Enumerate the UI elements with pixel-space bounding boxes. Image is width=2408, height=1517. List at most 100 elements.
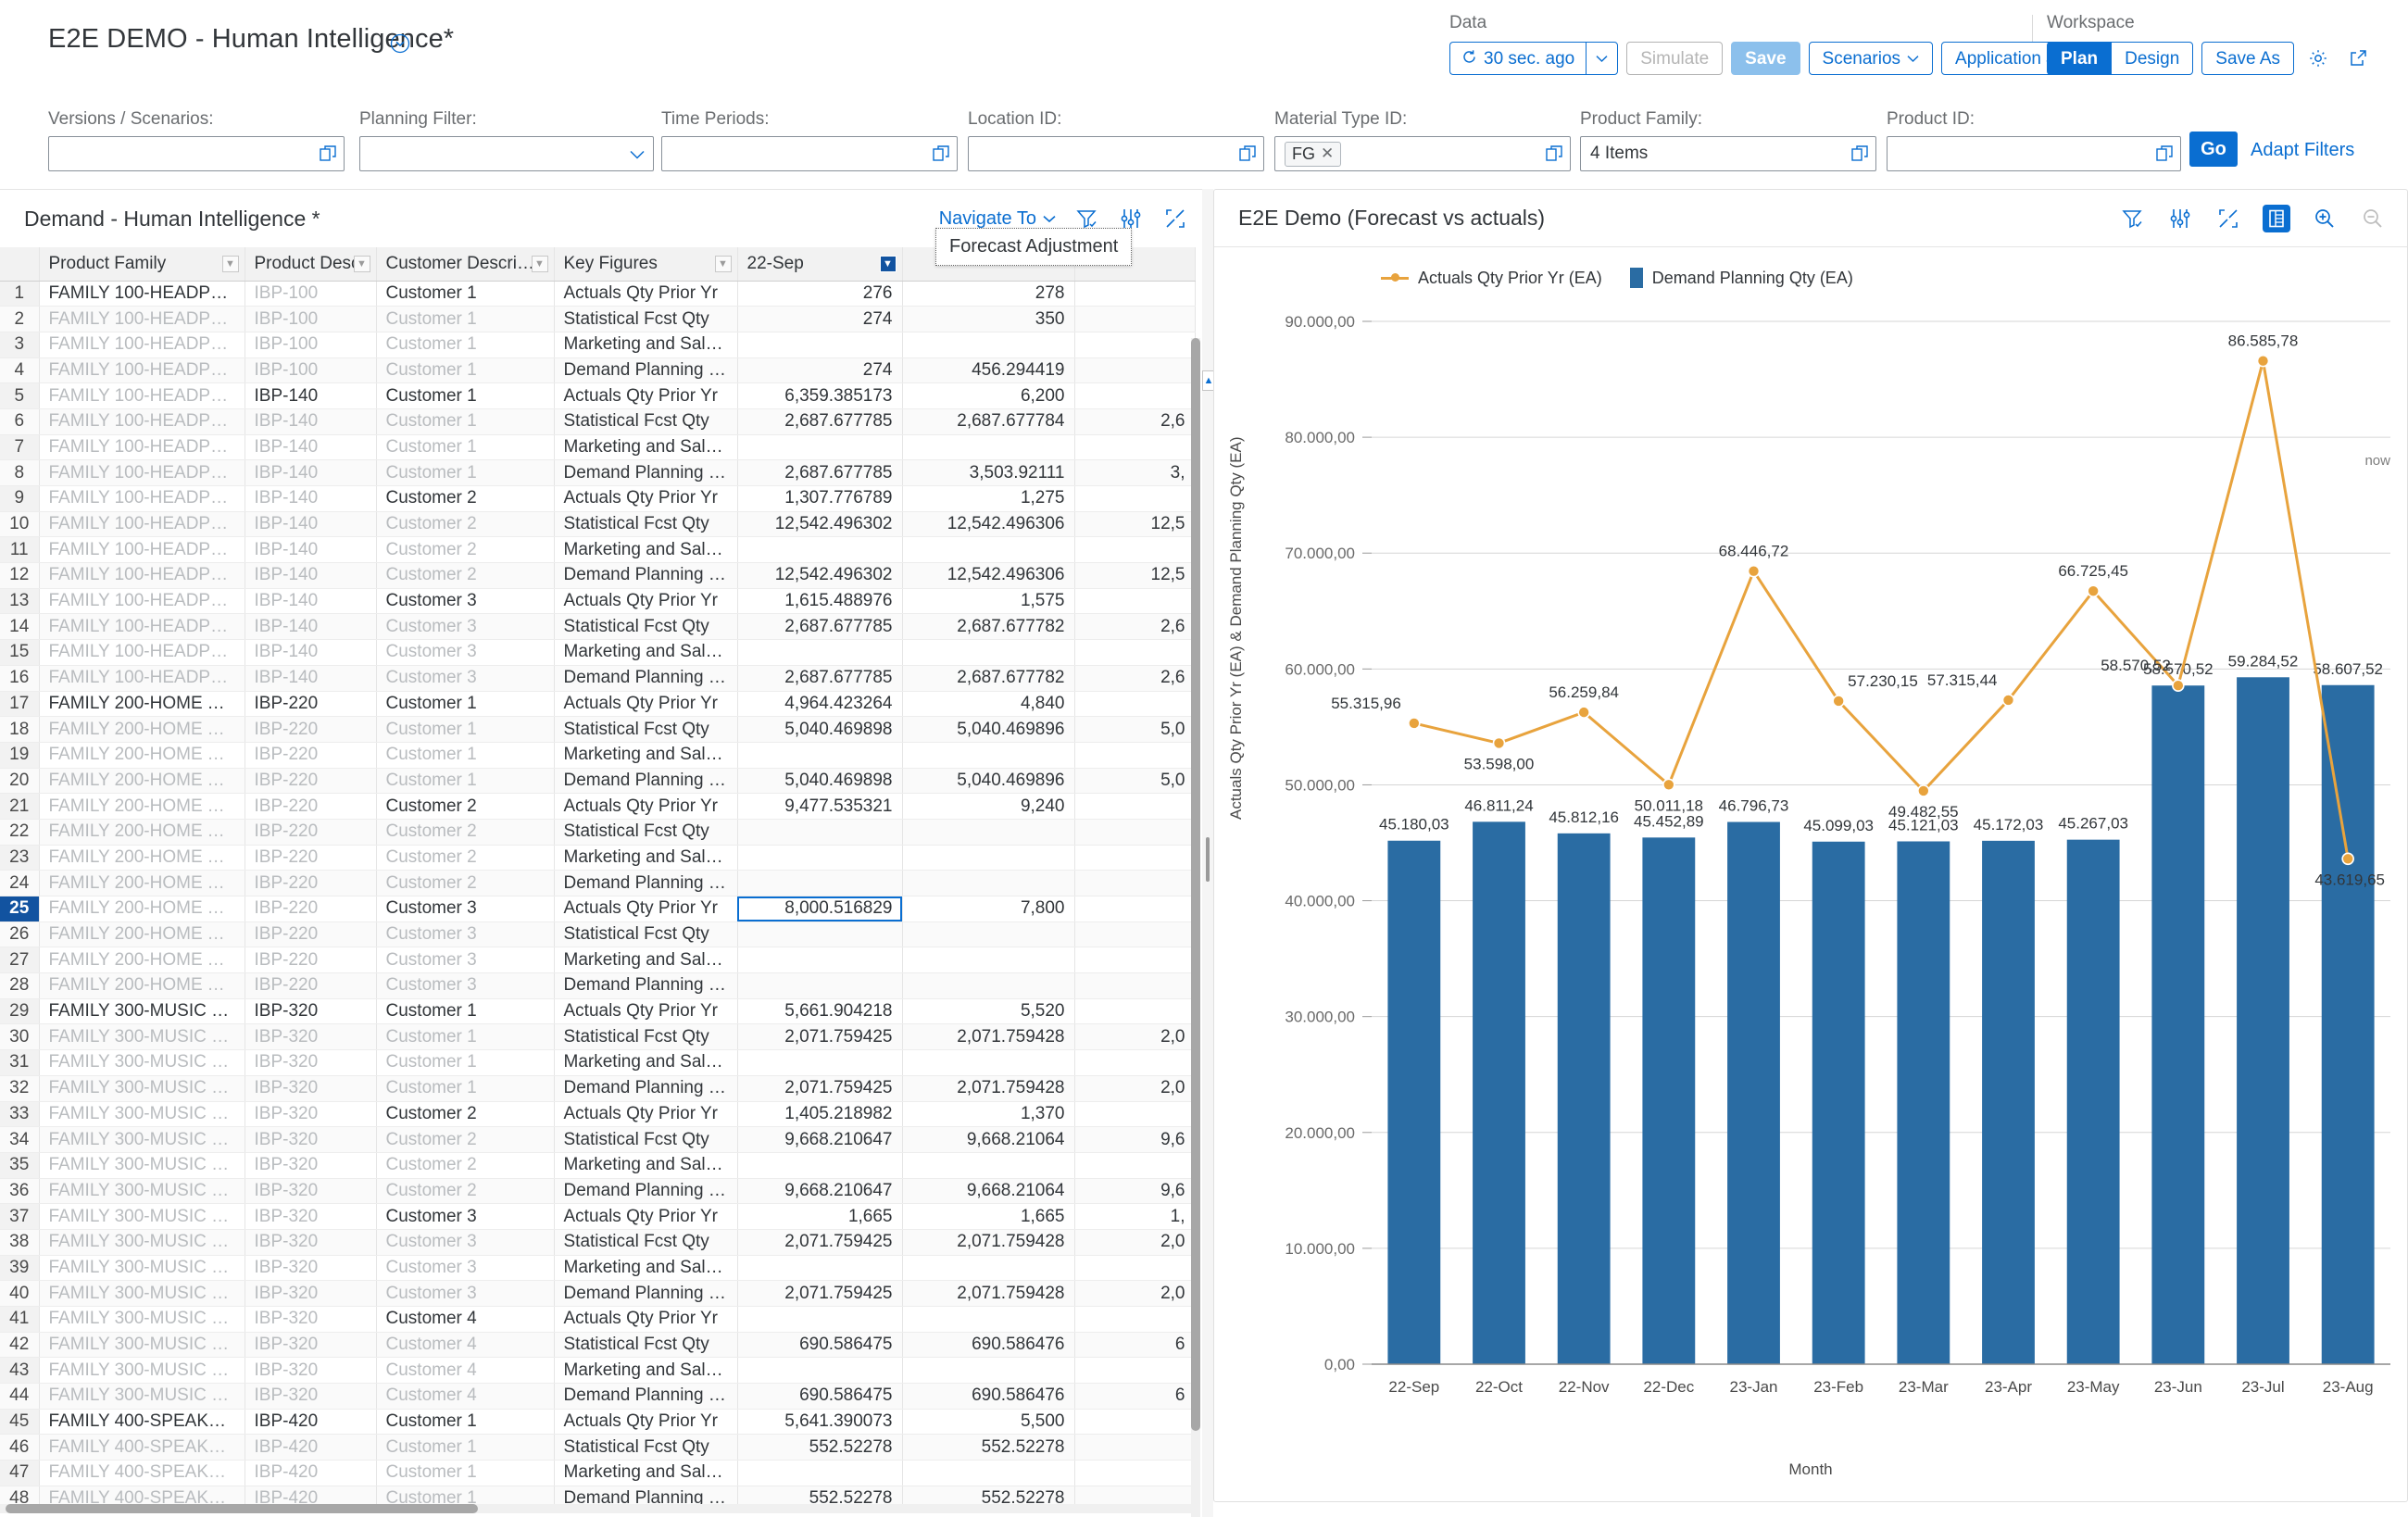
cell-key-figure[interactable]: Statistical Fcst Qty: [554, 306, 738, 332]
cell-product-family[interactable]: FAMILY 300-MUSIC DOC...: [39, 1306, 245, 1333]
cell-value-22-sep[interactable]: [737, 819, 903, 846]
cell-product-desc[interactable]: IBP-140: [245, 382, 377, 409]
cell-key-figure[interactable]: Demand Planning Qty: [554, 1280, 738, 1307]
cell-value-3[interactable]: [1074, 998, 1196, 1025]
cell-product-desc[interactable]: IBP-140: [245, 639, 377, 666]
cell-value-22-sep[interactable]: [737, 536, 903, 564]
cell-value-22-sep[interactable]: 690.586475: [737, 1332, 903, 1359]
row-number-cell[interactable]: 44: [0, 1383, 40, 1410]
cell-value-2[interactable]: 7,800: [902, 896, 1075, 922]
cell-key-figure[interactable]: Statistical Fcst Qty: [554, 921, 738, 948]
cell-value-3[interactable]: 6: [1074, 1383, 1196, 1410]
table-row[interactable]: 37 FAMILY 300-MUSIC DOC... IBP-320 Customer…: [0, 1203, 1196, 1230]
row-number-cell[interactable]: 12: [0, 562, 40, 589]
cell-key-figure[interactable]: Statistical Fcst Qty: [554, 1126, 738, 1153]
cell-value-2[interactable]: [902, 1306, 1075, 1333]
bar[interactable]: [2237, 677, 2289, 1364]
bar[interactable]: [2151, 685, 2205, 1364]
row-number-cell[interactable]: 17: [0, 691, 40, 718]
row-number-cell[interactable]: 25: [0, 896, 40, 922]
row-number-cell[interactable]: 15: [0, 639, 40, 666]
cell-value-2[interactable]: 350: [902, 306, 1075, 332]
row-number-cell[interactable]: 9: [0, 485, 40, 512]
line-point[interactable]: [1492, 736, 1506, 750]
table-row[interactable]: 1FAMILY 100-HEADPHONESIBP-100Customer 1A…: [0, 281, 1196, 307]
table-row[interactable]: 45 FAMILY 400-SPEAKERS IBP-420 Customer 1 Ac…: [0, 1409, 1196, 1436]
cell-value-2[interactable]: 2,071.759428: [902, 1280, 1075, 1307]
cell-product-desc[interactable]: IBP-220: [245, 896, 377, 922]
bar[interactable]: [1473, 821, 1525, 1364]
chevron-down-icon[interactable]: [629, 145, 646, 162]
cell-value-2[interactable]: [902, 947, 1075, 974]
cell-customer-description[interactable]: Customer 1: [376, 332, 555, 358]
cell-value-2[interactable]: 9,668.21064: [902, 1126, 1075, 1153]
value-help-icon[interactable]: [1239, 145, 1256, 162]
cell-product-family[interactable]: FAMILY 100-HEADPHONES: [39, 613, 245, 641]
row-number-cell[interactable]: 34: [0, 1126, 40, 1153]
cell-value-3[interactable]: [1074, 1306, 1196, 1333]
cell-key-figure[interactable]: Statistical Fcst Qty: [554, 511, 738, 538]
cell-value-3[interactable]: 2,6: [1074, 665, 1196, 692]
cell-key-figure[interactable]: Demand Planning Qty: [554, 459, 738, 486]
cell-key-figure[interactable]: Actuals Qty Prior Yr: [554, 691, 738, 718]
cell-product-family[interactable]: FAMILY 400-SPEAKERS: [39, 1434, 245, 1461]
cell-customer-description[interactable]: Customer 4: [376, 1306, 555, 1333]
cell-value-2[interactable]: 9,240: [902, 793, 1075, 820]
cell-product-desc[interactable]: IBP-420: [245, 1460, 377, 1486]
simulate-button[interactable]: Simulate: [1626, 42, 1724, 75]
cell-value-2[interactable]: 690.586476: [902, 1383, 1075, 1410]
row-number-cell[interactable]: 21: [0, 793, 40, 820]
cell-product-family[interactable]: FAMILY 300-MUSIC DOC...: [39, 1152, 245, 1179]
cell-value-3[interactable]: [1074, 382, 1196, 409]
cell-product-family[interactable]: FAMILY 300-MUSIC DOC...: [39, 1229, 245, 1256]
table-row[interactable]: 25FAMILY 200-HOME THEA...IBP-220Customer…: [0, 896, 1196, 922]
table-row[interactable]: 3FAMILY 100-HEADPHONESIBP-100Customer 1M…: [0, 332, 1196, 358]
cell-value-3[interactable]: [1074, 306, 1196, 332]
cell-value-3[interactable]: [1074, 639, 1196, 666]
cell-value-3[interactable]: 3,: [1074, 459, 1196, 486]
cell-product-family[interactable]: FAMILY 300-MUSIC DOC...: [39, 1332, 245, 1359]
zoom-out-icon[interactable]: [2359, 205, 2387, 232]
cell-product-desc[interactable]: IBP-320: [245, 1280, 377, 1307]
row-number-cell[interactable]: 13: [0, 588, 40, 615]
cell-value-22-sep[interactable]: 8,000.516829: [737, 896, 903, 922]
cell-key-figure[interactable]: Actuals Qty Prior Yr: [554, 281, 738, 307]
line-point[interactable]: [2341, 852, 2354, 866]
cell-customer-description[interactable]: Customer 2: [376, 1152, 555, 1179]
cell-value-22-sep[interactable]: 12,542.496302: [737, 562, 903, 589]
cell-customer-description[interactable]: Customer 3: [376, 1203, 555, 1230]
cell-key-figure[interactable]: Statistical Fcst Qty: [554, 819, 738, 846]
filter-input[interactable]: 4 Items: [1580, 136, 1876, 171]
cell-customer-description[interactable]: Customer 1: [376, 281, 555, 307]
cell-key-figure[interactable]: Actuals Qty Prior Yr: [554, 1101, 738, 1128]
cell-product-family[interactable]: FAMILY 400-SPEAKERS: [39, 1460, 245, 1486]
chevron-down-circle-icon[interactable]: [390, 33, 410, 54]
cell-customer-description[interactable]: Customer 2: [376, 536, 555, 564]
plan-tab[interactable]: Plan: [2047, 42, 2113, 75]
cell-product-desc[interactable]: IBP-220: [245, 947, 377, 974]
filter-input[interactable]: [48, 136, 345, 171]
row-number-cell[interactable]: 28: [0, 972, 40, 999]
cell-product-desc[interactable]: IBP-320: [245, 1152, 377, 1179]
cell-value-22-sep[interactable]: 552.52278: [737, 1434, 903, 1461]
cell-product-family[interactable]: FAMILY 300-MUSIC DOC...: [39, 1383, 245, 1410]
zoom-in-icon[interactable]: [2311, 205, 2339, 232]
cell-product-desc[interactable]: IBP-320: [245, 1332, 377, 1359]
cell-value-22-sep[interactable]: 274: [737, 357, 903, 384]
line-point[interactable]: [1832, 695, 1845, 708]
table-row[interactable]: 47 FAMILY 400-SPEAKERS IBP-420 Customer 1 Ma…: [0, 1460, 1196, 1486]
cell-key-figure[interactable]: Statistical Fcst Qty: [554, 1023, 738, 1051]
table-row[interactable]: 20FAMILY 200-HOME THEA...IBP-220Customer…: [0, 768, 1196, 795]
cell-value-2[interactable]: [902, 1460, 1075, 1486]
save-as-button[interactable]: Save As: [2201, 42, 2294, 75]
cell-product-desc[interactable]: IBP-320: [245, 1126, 377, 1153]
cell-product-desc[interactable]: IBP-220: [245, 921, 377, 948]
column-filter-icon[interactable]: ▼: [221, 256, 239, 272]
cell-customer-description[interactable]: Customer 1: [376, 306, 555, 332]
cell-product-desc[interactable]: IBP-320: [245, 1101, 377, 1128]
table-row[interactable]: 22FAMILY 200-HOME THEA...IBP-220Customer…: [0, 819, 1196, 846]
cell-value-2[interactable]: 1,370: [902, 1101, 1075, 1128]
line-point[interactable]: [2001, 694, 2015, 707]
cell-key-figure[interactable]: Demand Planning Qty: [554, 562, 738, 589]
fullscreen-icon[interactable]: [1161, 205, 1189, 232]
